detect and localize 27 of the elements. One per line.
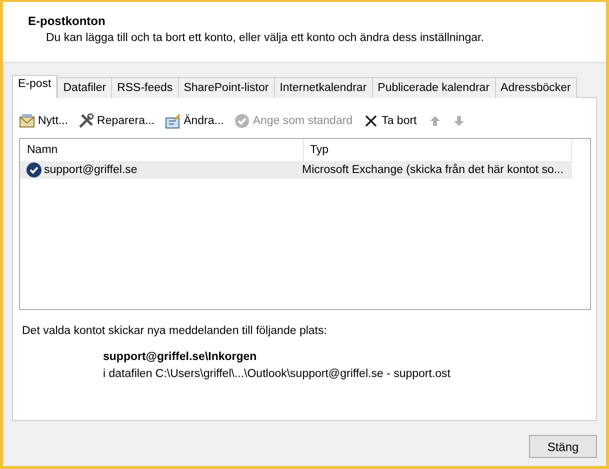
tools-icon [78,113,94,129]
toolbar-button[interactable]: Reparera... [78,113,155,129]
account-type: Microsoft Exchange (skicka från det här kontot so... [302,164,564,176]
tab[interactable]: Adressböcker [494,77,577,98]
data-file-path: i datafilen C:\Users\griffel\...\Outlook\support@griffel.se - support.ost [103,368,452,380]
card-edit-icon [164,113,181,129]
account-row[interactable]: support@griffel.se Microsoft Exchange (skicka från det här kontot so... [20,161,572,179]
arrow-up-icon [428,115,441,127]
check-circle-icon [234,113,250,129]
tab[interactable]: Publicerade kalendrar [372,77,496,98]
tab[interactable]: E-post [12,75,58,98]
toolbar-button[interactable]: Ändra... [164,113,224,129]
close-button[interactable]: Stäng [529,435,597,458]
tab[interactable]: Internetkalendrar [274,77,373,98]
delivery-text: Det valda kontot skickar nya meddelanden till följande plats: [21,325,328,337]
dialog-title: E-postkonton [28,14,106,28]
toolbar-button[interactable]: Nytt... [19,113,68,129]
envelope-icon [19,113,35,129]
account-name: support@griffel.se [43,164,138,176]
toolbar-button[interactable]: Ta bort [362,113,417,129]
tab[interactable]: RSS-feeds [111,77,179,98]
delivery-folder: support@griffel.se\Inkorgen [103,351,258,363]
dialog-subtitle: Du kan lägga till och ta bort ett konto, eller välja ett konto och ändra dess inställningar. [46,32,485,44]
tab[interactable]: SharePoint-listor [178,77,275,98]
tab[interactable]: Datafiler [57,77,112,98]
close-icon [362,113,379,129]
arrow-down-icon [452,115,465,127]
